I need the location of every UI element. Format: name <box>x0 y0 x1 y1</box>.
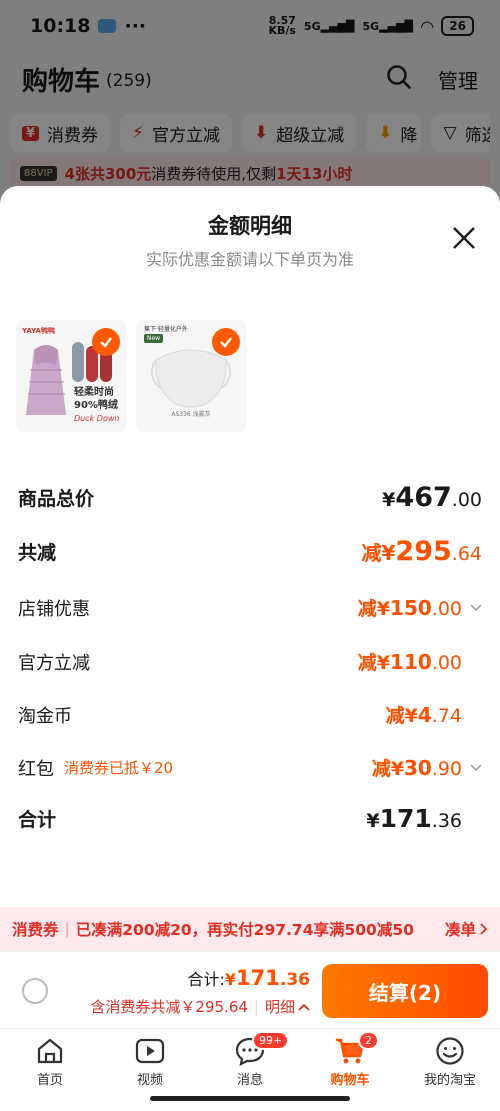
selected-check-icon[interactable] <box>212 328 240 356</box>
add-items-link[interactable]: 凑单 <box>445 918 488 940</box>
select-all-radio[interactable] <box>22 978 48 1004</box>
chevron-down-icon[interactable] <box>470 763 482 772</box>
chevron-right-icon <box>480 923 488 935</box>
sheet-title: 金额明细 <box>208 214 292 238</box>
red-packet-value: 减¥ 30.90 <box>371 756 462 780</box>
close-icon[interactable] <box>450 224 478 252</box>
tab-video[interactable]: 视频 <box>100 1029 200 1090</box>
tab-profile[interactable]: 我的淘宝 <box>400 1029 500 1090</box>
official-discount-value: 减¥ 110.00 <box>357 650 462 674</box>
shop-discount-value: 减¥ 150.00 <box>357 596 462 620</box>
tab-home[interactable]: 首页 <box>0 1029 100 1090</box>
sum-row: 合计 ¥171.36 <box>18 804 462 833</box>
message-badge: 99+ <box>252 1031 290 1050</box>
shop-discount-row[interactable]: 店铺优惠 减¥ 150.00 <box>18 594 482 621</box>
product-thumbnails: YAYA鸭鸭 轻柔时尚 90%鸭绒 Duck Down 蕉下·轻量化户外 New… <box>16 320 246 432</box>
detail-toggle[interactable]: 明细 <box>265 996 310 1017</box>
video-icon <box>135 1038 165 1064</box>
chevron-up-icon <box>298 1003 310 1011</box>
coupon-progress-bar[interactable]: 消费券 | 已凑满200减20，再实付297.74享满500减50 凑单 <box>0 907 500 951</box>
chevron-down-icon[interactable] <box>470 603 482 612</box>
product-thumb-mask[interactable]: 蕉下·轻量化户外 New AS336 浅雾灰 <box>136 320 246 432</box>
selected-check-icon[interactable] <box>92 328 120 356</box>
coupon-note: 消费券已抵￥20 <box>64 759 174 777</box>
official-discount-row: 官方立减 减¥ 110.00 <box>18 650 462 674</box>
home-indicator <box>150 1096 350 1101</box>
discount-line: 含消费券共减￥295.64 | 明细 <box>90 996 310 1017</box>
brand-logo: YAYA鸭鸭 <box>22 327 55 335</box>
bottom-tab-bar: 首页 视频 99+ 消息 2 购物车 我的淘宝 <box>0 1028 500 1090</box>
gold-coin-value: 减¥ 4.74 <box>385 703 462 727</box>
home-icon <box>37 1038 63 1064</box>
red-packet-row[interactable]: 红包 消费券已抵￥20 减¥ 30.90 <box>18 754 482 781</box>
subtotal-value: ¥467.00 <box>382 482 482 513</box>
tab-messages[interactable]: 99+ 消息 <box>200 1029 300 1090</box>
subtotal-row: 商品总价 ¥467.00 <box>18 482 482 513</box>
total-line: 合计: ¥171.36 <box>187 966 310 990</box>
coupon-progress-text: 已凑满200减20，再实付297.74享满500减50 <box>75 921 414 939</box>
modal-overlay[interactable] <box>0 0 500 190</box>
sheet-subtitle: 实际优惠金额请以下单页为准 <box>145 250 354 269</box>
total-discount-row: 共减 减¥ 295.64 <box>18 536 482 567</box>
checkout-button[interactable]: 结算(2) <box>322 964 488 1018</box>
profile-icon <box>436 1037 464 1065</box>
cart-badge: 2 <box>358 1031 379 1050</box>
gold-coin-row: 淘金币 减¥ 4.74 <box>18 703 462 727</box>
sum-value: ¥171.36 <box>366 804 462 833</box>
checkout-bar: 合计: ¥171.36 含消费券共减￥295.64 | 明细 结算(2) <box>0 951 500 1027</box>
product-thumb-jacket[interactable]: YAYA鸭鸭 轻柔时尚 90%鸭绒 Duck Down <box>16 320 126 432</box>
tab-cart[interactable]: 2 购物车 <box>300 1029 400 1090</box>
new-badge: New <box>144 334 164 343</box>
total-discount-value: 减¥ 295.64 <box>361 536 482 567</box>
total-amount: ¥171.36 <box>224 966 310 990</box>
